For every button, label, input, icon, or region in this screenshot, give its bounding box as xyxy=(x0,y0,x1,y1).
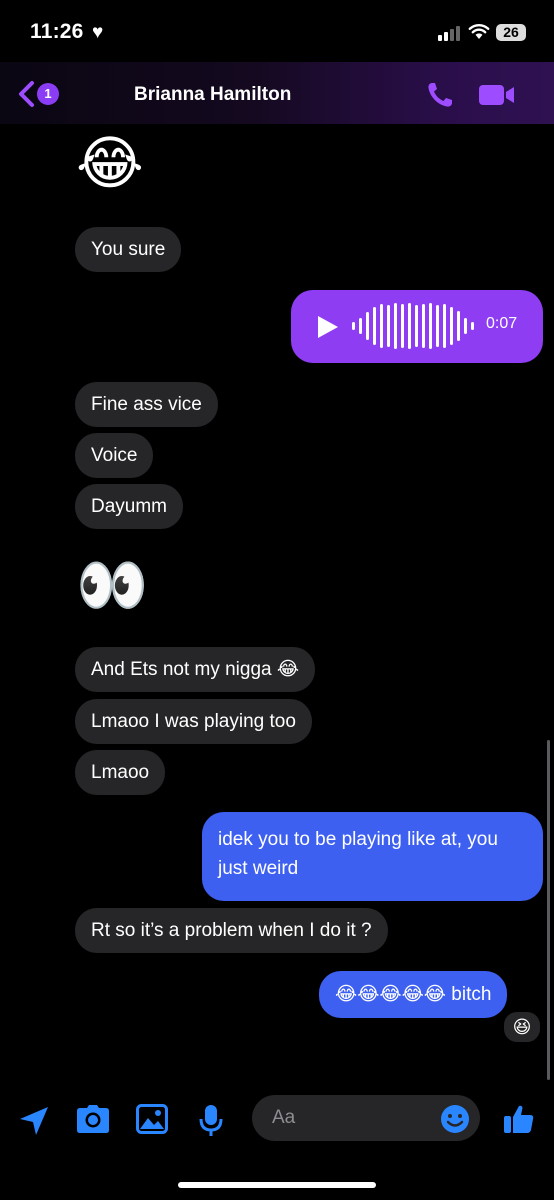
contact-name[interactable]: Brianna Hamilton xyxy=(134,84,291,106)
incoming-message[interactable]: Voice xyxy=(75,433,154,478)
video-call-icon[interactable] xyxy=(478,83,516,107)
back-chevron-icon[interactable] xyxy=(16,80,36,108)
outgoing-message[interactable]: idek you to be playing like at, you just… xyxy=(202,812,543,901)
incoming-message[interactable]: You sure xyxy=(75,227,182,272)
message-input-placeholder: Aa xyxy=(272,1107,296,1128)
play-icon[interactable] xyxy=(318,316,338,338)
microphone-icon[interactable] xyxy=(198,1104,224,1138)
big-emoji-message[interactable]: 👀 xyxy=(76,554,148,618)
heart-icon: ♥ xyxy=(92,22,104,43)
message-reaction[interactable]: 😆 xyxy=(502,1010,542,1044)
cellular-signal-icon xyxy=(438,26,460,41)
big-emoji-message[interactable]: 😂 xyxy=(76,132,144,196)
audio-waveform xyxy=(352,303,474,349)
phone-call-icon[interactable] xyxy=(425,80,455,110)
location-arrow-icon[interactable] xyxy=(17,1104,51,1138)
emoji-smile-icon[interactable] xyxy=(440,1104,470,1134)
incoming-message[interactable]: And Ets not my nigga 😂 xyxy=(75,647,316,692)
incoming-message[interactable]: Lmaoo xyxy=(75,750,166,795)
thumbs-up-icon[interactable] xyxy=(503,1103,535,1135)
status-time: 11:26 xyxy=(30,20,84,43)
incoming-message[interactable]: Dayumm xyxy=(75,484,184,529)
incoming-message[interactable]: Fine ass vice xyxy=(75,382,218,427)
incoming-message[interactable]: Rt so it’s a problem when I do it ? xyxy=(75,908,388,953)
camera-icon[interactable] xyxy=(76,1104,110,1134)
wifi-icon xyxy=(468,24,490,39)
home-indicator xyxy=(178,1182,376,1188)
unread-count-badge[interactable]: 1 xyxy=(37,83,59,105)
battery-indicator: 26 xyxy=(496,24,526,41)
photo-gallery-icon[interactable] xyxy=(136,1104,168,1134)
incoming-message[interactable]: Lmaoo I was playing too xyxy=(75,699,312,744)
scroll-indicator xyxy=(547,740,550,1080)
voice-duration: 0:07 xyxy=(486,315,518,332)
outgoing-message[interactable]: 😂😂😂😂😂 bitch xyxy=(319,971,508,1018)
